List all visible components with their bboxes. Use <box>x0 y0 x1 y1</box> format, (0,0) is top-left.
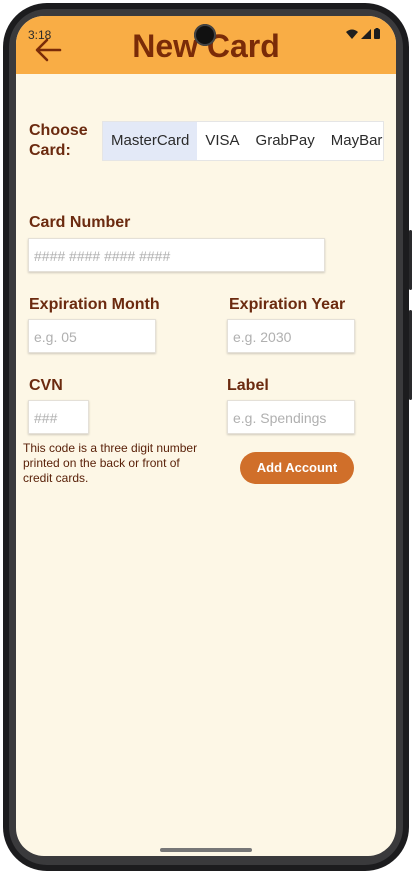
card-number-placeholder: #### #### #### #### <box>34 248 171 264</box>
expiration-year-label: Expiration Year <box>229 296 346 313</box>
choose-card-label: Choose Card: <box>29 122 88 159</box>
card-number-field[interactable]: #### #### #### #### <box>28 238 325 272</box>
expiration-year-placeholder: e.g. 2030 <box>233 329 292 345</box>
cvn-helper-text: This code is a three digit number printe… <box>23 441 198 485</box>
front-camera <box>194 24 216 46</box>
expiration-month-placeholder: e.g. 05 <box>34 329 77 345</box>
expiration-month-label: Expiration Month <box>29 296 160 313</box>
phone-device: 3:18 New Card Choose Card: MasterCard VI… <box>0 0 414 875</box>
app-screen: 3:18 New Card Choose Card: MasterCard VI… <box>16 16 396 856</box>
account-label-placeholder: e.g. Spendings <box>233 410 327 426</box>
account-label-label: Label <box>227 377 269 394</box>
add-account-button[interactable]: Add Account <box>240 452 354 484</box>
card-type-selector[interactable]: MasterCard VISA GrabPay MayBar <box>102 121 384 161</box>
volume-button <box>409 310 412 400</box>
power-button <box>409 230 412 290</box>
card-option-visa[interactable]: VISA <box>197 122 247 160</box>
app-bar: 3:18 New Card <box>16 16 396 74</box>
card-option-maybank[interactable]: MayBar <box>323 122 383 160</box>
expiration-month-field[interactable]: e.g. 05 <box>28 319 156 353</box>
cvn-label: CVN <box>29 377 63 394</box>
card-option-grabpay[interactable]: GrabPay <box>248 122 323 160</box>
account-label-field[interactable]: e.g. Spendings <box>227 400 355 434</box>
home-indicator[interactable] <box>160 848 252 852</box>
cvn-field[interactable]: ### <box>28 400 89 434</box>
cvn-placeholder: ### <box>34 410 58 426</box>
card-option-mastercard[interactable]: MasterCard <box>103 122 198 160</box>
expiration-year-field[interactable]: e.g. 2030 <box>227 319 355 353</box>
card-number-label: Card Number <box>29 214 131 231</box>
